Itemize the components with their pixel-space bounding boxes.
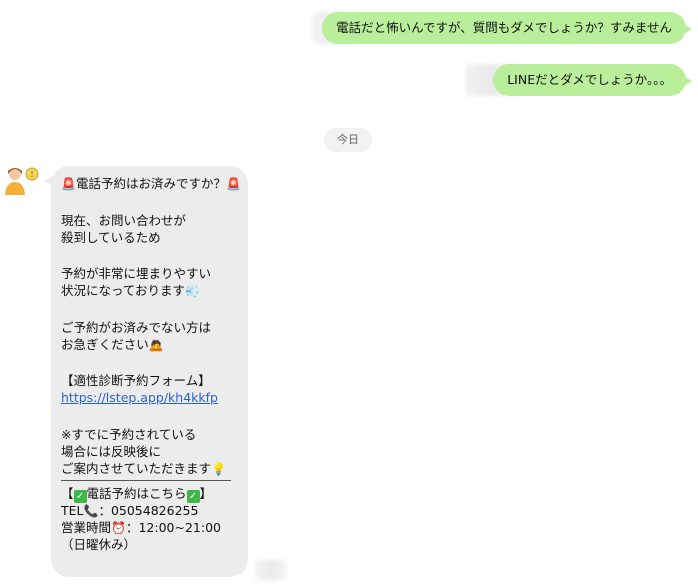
form-title: 【適性診断予約フォーム】 — [61, 373, 211, 388]
message-line: 殺到しているため — [61, 229, 161, 245]
message-line: お急ぎください🙇 — [61, 336, 237, 353]
message-line: 場合には反映後に — [61, 443, 162, 459]
message-text: LINEだとダメでしょうか。。。 — [507, 72, 672, 87]
hours-label: 営業時間 — [61, 519, 112, 535]
avatar-icon: ! — [5, 167, 39, 195]
check-icon: ✓ — [186, 489, 200, 503]
phone-heading: 【✓ 電話予約はこちら ✓】 — [61, 485, 213, 503]
message-line: ご予約がお済みでない方は — [61, 319, 212, 335]
outgoing-message[interactable]: LINEだとダメでしょうか。。。 — [493, 64, 692, 96]
divider — [61, 479, 231, 481]
hours-line: 営業時間⏰：12:00~21:00 — [61, 519, 237, 536]
message-text: 電話だと怖いんですが、質問もダメでしょうか？すみません — [336, 20, 672, 35]
message-line: 予約が非常に埋まりやすい — [61, 266, 212, 281]
alarm-clock-icon: ⏰ — [111, 520, 126, 535]
check-icon: ✓ — [73, 489, 87, 503]
outgoing-message[interactable]: 電話だと怖いんですが、質問もダメでしょうか？すみません — [322, 12, 692, 44]
dash-icon: 💨 — [185, 284, 200, 298]
message-line: 🚨電話予約はお済みですか？🚨 — [61, 175, 241, 192]
message-text: ご案内させていただきます — [61, 460, 212, 476]
form-link[interactable]: https://lstep.app/kh4kkfp — [61, 390, 218, 405]
siren-icon: 🚨 — [225, 177, 241, 191]
redacted-timestamp — [255, 560, 287, 580]
message-line: ご案内させていただきます💡 — [61, 460, 237, 477]
message-line: 状況になっております💨 — [61, 282, 237, 299]
date-separator: 今日 — [324, 128, 372, 152]
message-text: 電話予約はこちら — [86, 485, 187, 501]
phone-icon: 📞 — [83, 503, 99, 518]
lightbulb-icon: 💡 — [211, 461, 226, 476]
tel-number[interactable]: ：05054826255 — [98, 503, 198, 518]
avatar[interactable]: ! — [2, 165, 42, 197]
tel-line: TEL📞：05054826255 — [61, 502, 237, 519]
message-text: 電話予約はお済みですか？ — [75, 176, 226, 191]
message-line: 現在、お問い合わせが — [61, 212, 187, 228]
tel-label: TEL — [61, 502, 84, 518]
hours-value: ：12:00~21:00 — [125, 519, 221, 535]
svg-text:!: ! — [30, 170, 33, 179]
message-line: ※すでに予約されている — [61, 426, 197, 442]
message-text: お急ぎください — [61, 336, 149, 352]
incoming-message[interactable]: 🚨電話予約はお済みですか？🚨 現在、お問い合わせが 殺到しているため 予約が非常… — [44, 166, 248, 577]
siren-icon: 🚨 — [61, 177, 76, 191]
closed-day: （日曜休み） — [61, 536, 137, 552]
bowing-person-icon: 🙇 — [148, 337, 164, 352]
message-text: 状況になっております — [61, 283, 186, 298]
